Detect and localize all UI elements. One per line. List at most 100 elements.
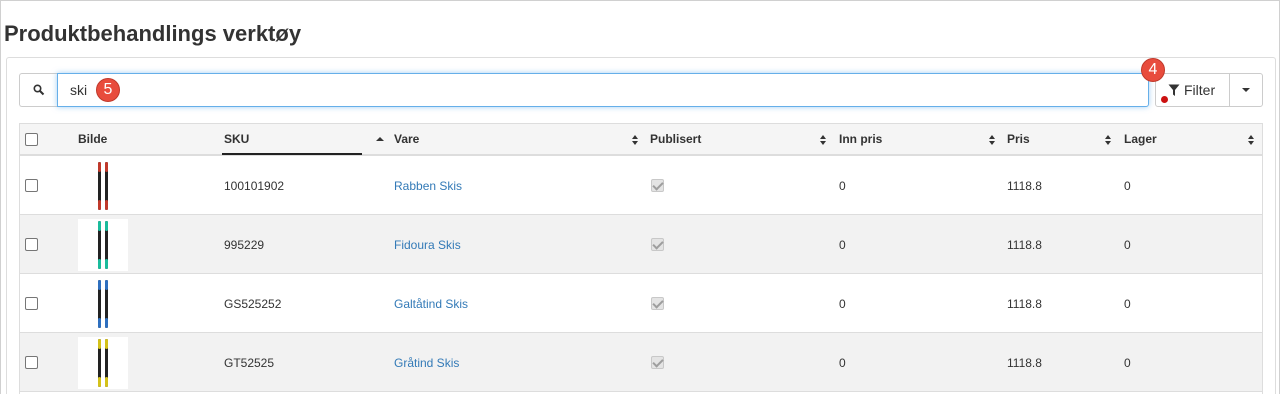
filter-button[interactable]: Filter <box>1155 73 1230 107</box>
ski-tail <box>105 258 108 269</box>
filter-label: Filter <box>1184 82 1216 98</box>
product-image <box>78 215 128 274</box>
sort-ascending-icon[interactable] <box>376 137 384 141</box>
row-select-cell <box>25 274 38 333</box>
ski-graphic <box>105 220 108 269</box>
column-header-bilde: Bilde <box>78 132 108 146</box>
published-checkbox <box>651 297 664 310</box>
table-row[interactable]: GT52525 Gråtind Skis 0 1118.8 0 <box>20 333 1262 392</box>
price-cell: 1118.8 <box>1007 355 1042 370</box>
cost-price-cell: 0 <box>839 296 846 311</box>
sku-cell: GT52525 <box>224 355 275 370</box>
product-name-link[interactable]: Galtåtind Skis <box>394 274 468 333</box>
published-cell <box>651 215 664 274</box>
price-cell: 1118.8 <box>1007 178 1042 193</box>
row-checkbox[interactable] <box>25 356 38 369</box>
stock-cell: 0 <box>1124 178 1131 193</box>
step-badge-search: 5 <box>96 78 120 102</box>
select-all-checkbox[interactable] <box>25 132 38 146</box>
ski-thumbnail <box>78 336 128 389</box>
search-bar <box>19 73 1149 107</box>
column-header-lager[interactable]: Lager <box>1124 124 1157 154</box>
ski-tail <box>105 199 108 210</box>
ski-thumbnail <box>78 218 128 271</box>
ski-graphic <box>98 279 101 328</box>
published-checkbox <box>651 179 664 192</box>
page-title: Produktbehandlings verktøy <box>4 21 302 46</box>
sort-icon-publisert[interactable] <box>820 135 827 145</box>
row-select-cell <box>25 333 38 392</box>
ski-tip <box>105 220 108 231</box>
published-checkbox <box>651 238 664 251</box>
cost-price-cell: 0 <box>839 355 846 370</box>
ski-graphic <box>105 279 108 328</box>
stock-cell: 0 <box>1124 237 1131 252</box>
ski-tip <box>105 161 108 172</box>
row-select-cell <box>25 215 38 274</box>
funnel-icon <box>1168 84 1180 96</box>
ski-tip <box>98 338 101 349</box>
filter-dropdown-toggle[interactable] <box>1229 73 1263 107</box>
sort-icon-lager[interactable] <box>1248 135 1255 145</box>
published-checkbox <box>651 356 664 369</box>
product-image <box>78 333 128 392</box>
table-row[interactable]: 100101902 Rabben Skis 0 1118.8 0 <box>20 156 1262 215</box>
row-checkbox[interactable] <box>25 238 38 251</box>
table-row[interactable]: 995229 Fidoura Skis 0 1118.8 0 <box>20 215 1262 274</box>
cost-price-cell: 0 <box>839 237 846 252</box>
column-header-sku[interactable]: SKU <box>224 124 249 154</box>
column-header-pris[interactable]: Pris <box>1007 124 1030 154</box>
row-select-cell <box>25 156 38 215</box>
sort-icon-inn-pris[interactable] <box>989 135 996 145</box>
ski-tip <box>98 279 101 290</box>
sorted-column-indicator <box>222 153 362 155</box>
ski-graphic <box>98 220 101 269</box>
ski-graphic <box>98 161 101 210</box>
published-cell <box>651 274 664 333</box>
product-image <box>78 274 128 333</box>
published-cell <box>651 333 664 392</box>
ski-tip <box>105 338 108 349</box>
ski-tail <box>98 376 101 387</box>
ski-graphic <box>98 338 101 387</box>
published-cell <box>651 156 664 215</box>
sku-cell: 995229 <box>224 237 265 252</box>
ski-tip <box>98 220 101 231</box>
ski-tail <box>98 258 101 269</box>
sort-icon-vare[interactable] <box>632 135 639 145</box>
column-header-vare[interactable]: Vare <box>394 124 419 154</box>
product-name-link[interactable]: Fidoura Skis <box>394 215 461 274</box>
ski-tip <box>98 161 101 172</box>
search-icon <box>19 73 57 107</box>
product-image <box>78 156 128 215</box>
ski-graphic <box>105 338 108 387</box>
ski-tail <box>98 199 101 210</box>
product-table: Bilde SKU Vare Publisert Inn pris Pris L… <box>19 123 1263 394</box>
filter-active-dot <box>1161 96 1168 103</box>
search-input[interactable] <box>57 73 1149 107</box>
stock-cell: 0 <box>1124 355 1131 370</box>
ski-tail <box>105 317 108 328</box>
column-header-publisert[interactable]: Publisert <box>650 124 701 154</box>
row-checkbox[interactable] <box>25 179 38 192</box>
sort-icon-pris[interactable] <box>1105 135 1112 145</box>
ski-thumbnail <box>78 277 128 330</box>
table-row[interactable]: GS525252 Galtåtind Skis 0 1118.8 0 <box>20 274 1262 333</box>
product-name-link[interactable]: Gråtind Skis <box>394 333 459 392</box>
table-header: Bilde SKU Vare Publisert Inn pris Pris L… <box>20 124 1262 156</box>
ski-tip <box>105 279 108 290</box>
caret-down-icon <box>1242 88 1250 92</box>
ski-thumbnail <box>78 159 128 212</box>
product-name-link[interactable]: Rabben Skis <box>394 156 462 215</box>
price-cell: 1118.8 <box>1007 296 1042 311</box>
sku-cell: GS525252 <box>224 296 282 311</box>
select-all-cell <box>25 124 38 154</box>
row-checkbox[interactable] <box>25 297 38 310</box>
ski-tail <box>105 376 108 387</box>
sku-cell: 100101902 <box>224 178 285 193</box>
column-header-inn-pris[interactable]: Inn pris <box>839 124 882 154</box>
cost-price-cell: 0 <box>839 178 846 193</box>
ski-tail <box>98 317 101 328</box>
price-cell: 1118.8 <box>1007 237 1042 252</box>
stock-cell: 0 <box>1124 296 1131 311</box>
